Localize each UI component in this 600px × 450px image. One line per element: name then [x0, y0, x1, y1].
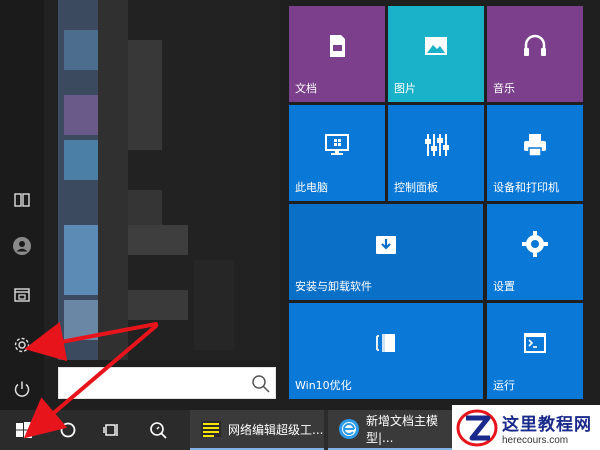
- tile-documents[interactable]: 文档: [289, 6, 385, 102]
- tile-label: 运行: [493, 379, 515, 392]
- install-box-icon: [376, 236, 396, 255]
- win10-optimize-icon: [376, 334, 395, 353]
- search-taskbar-button[interactable]: [138, 410, 178, 450]
- browser-e-icon: [339, 419, 359, 439]
- tile-this-pc[interactable]: 此电脑: [289, 105, 385, 201]
- tile-run[interactable]: 运行: [487, 303, 583, 399]
- file-explorer-icon[interactable]: [10, 283, 34, 307]
- search-box[interactable]: [58, 367, 276, 399]
- tile-devices-printers[interactable]: 设备和打印机: [487, 105, 583, 201]
- start-button[interactable]: [0, 410, 48, 450]
- tile-music[interactable]: 音乐: [487, 6, 583, 102]
- cortana-circle-icon: [60, 422, 76, 438]
- gear-icon: [522, 231, 548, 258]
- tile-label: 文档: [295, 82, 317, 95]
- tile-label: 音乐: [493, 82, 515, 95]
- tile-settings[interactable]: 设置: [487, 204, 583, 300]
- notepad-icon: [201, 421, 221, 437]
- printer-icon: [524, 134, 546, 158]
- user-avatar-icon[interactable]: [10, 234, 34, 258]
- watermark-title: 这里教程网: [502, 414, 592, 435]
- settings-gear-icon[interactable]: [10, 333, 34, 357]
- tile-label: 设备和打印机: [493, 181, 559, 194]
- app-list-blurred: [44, 0, 280, 360]
- cortana-button[interactable]: [48, 410, 88, 450]
- tile-label: 设置: [493, 280, 515, 293]
- taskbar-app-label: 新增文档主模型|...: [366, 414, 439, 445]
- tile-win10-optimize[interactable]: Win10优化: [289, 303, 483, 399]
- tile-label: 控制面板: [394, 181, 438, 194]
- search-input[interactable]: [59, 368, 239, 398]
- taskbar-app-browser[interactable]: 新增文档主模型|...: [328, 410, 454, 450]
- windows-logo-icon: [16, 422, 32, 438]
- taskbar-app-label: 网络编辑超级工...: [228, 422, 324, 437]
- tile-label: Win10优化: [295, 379, 352, 392]
- tile-pictures[interactable]: 图片: [388, 6, 484, 102]
- tile-install-uninstall[interactable]: 安装与卸载软件: [289, 204, 483, 300]
- task-view-icon: [103, 424, 118, 436]
- start-menu: 文档 图片 音乐 此电脑 控制面板 设备和打印机 安装与卸载软件 设置 Win1…: [0, 0, 600, 410]
- document-icon: [330, 35, 345, 58]
- tile-label: 此电脑: [295, 181, 328, 194]
- headphones-icon: [524, 35, 546, 57]
- picture-icon: [425, 37, 447, 56]
- sliders-icon: [425, 134, 449, 157]
- power-icon[interactable]: [10, 377, 34, 401]
- taskbar-app-editor[interactable]: 网络编辑超级工...: [190, 410, 324, 450]
- tile-control-panel[interactable]: 控制面板: [388, 105, 484, 201]
- task-view-button[interactable]: [92, 410, 132, 450]
- tile-label: 安装与卸载软件: [295, 280, 372, 293]
- run-icon: [524, 333, 546, 354]
- start-menu-rail: [0, 0, 44, 410]
- site-logo-icon: [456, 409, 498, 446]
- monitor-icon: [325, 134, 349, 156]
- search-icon[interactable]: [251, 374, 271, 394]
- tile-label: 图片: [394, 82, 416, 95]
- tablet-mode-icon[interactable]: [10, 188, 34, 212]
- site-watermark: 这里教程网 herecours.com: [452, 405, 600, 450]
- watermark-url: herecours.com: [502, 434, 569, 446]
- magnifier-clock-icon: [150, 422, 167, 439]
